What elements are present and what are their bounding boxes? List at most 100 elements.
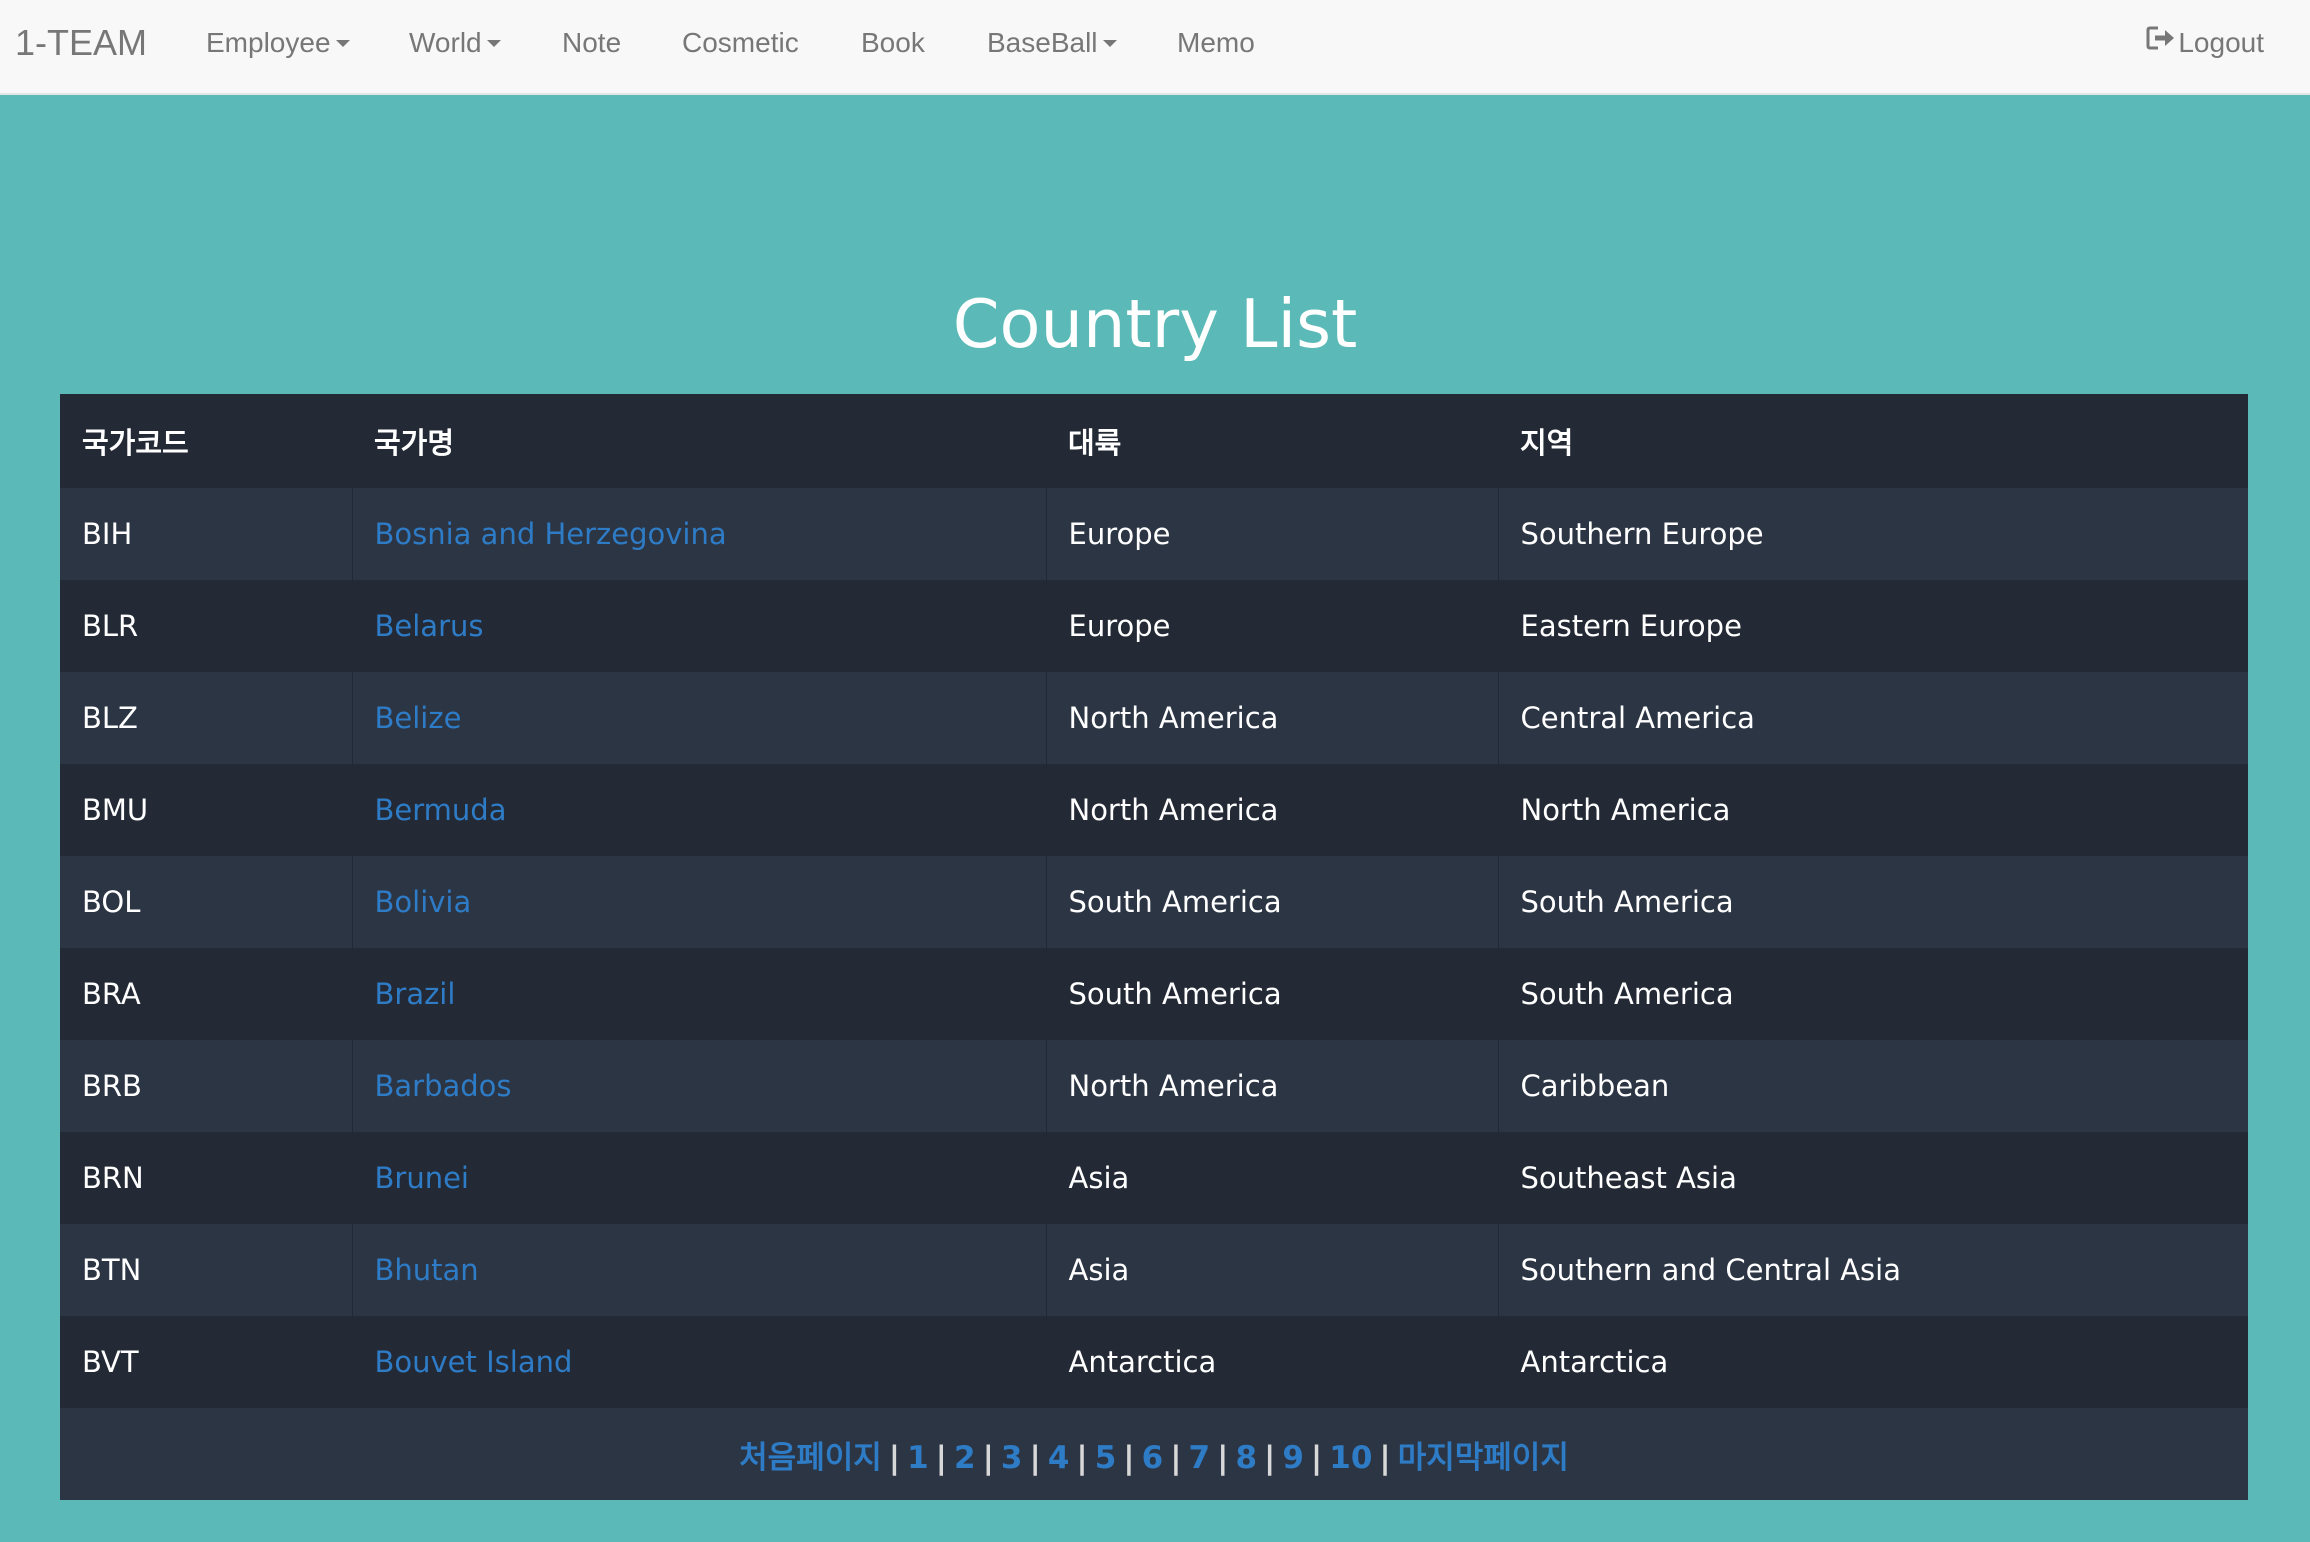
cell-continent: Europe — [1045, 488, 1498, 580]
cell-region: South America — [1497, 948, 2248, 1040]
cell-name: Bhutan — [351, 1224, 1046, 1316]
cell-region: Southern and Central Asia — [1497, 1224, 2248, 1316]
last-page-link[interactable]: 마지막페이지 — [1398, 1440, 1569, 1476]
header-country-code: 국가코드 — [60, 394, 352, 488]
country-name-link[interactable]: Brazil — [375, 977, 456, 1011]
cell-continent: South America — [1045, 948, 1498, 1040]
cell-name: Bermuda — [351, 764, 1046, 856]
page-link-6[interactable]: 6 — [1142, 1440, 1164, 1476]
country-name-link[interactable]: Bolivia — [375, 885, 472, 919]
logout-button[interactable]: Logout — [2146, 25, 2264, 59]
country-name-link[interactable]: Bouvet Island — [375, 1345, 573, 1379]
cell-continent: Antarctica — [1045, 1316, 1498, 1408]
caret-down-icon — [335, 39, 350, 47]
cell-region: Antarctica — [1497, 1316, 2248, 1408]
caret-down-icon — [486, 39, 501, 47]
table-row: BMU Bermuda North America North America — [60, 764, 2248, 856]
pager-separator: | — [935, 1439, 947, 1476]
table-row: BRA Brazil South America South America — [60, 948, 2248, 1040]
cell-code: BRA — [60, 948, 352, 1040]
page-link-1[interactable]: 1 — [907, 1440, 929, 1476]
cell-continent: North America — [1045, 1040, 1498, 1132]
cell-region: Southern Europe — [1497, 488, 2248, 580]
pager-separator: | — [1379, 1439, 1391, 1476]
nav-item-world[interactable]: World — [409, 27, 501, 59]
country-name-link[interactable]: Brunei — [375, 1161, 469, 1195]
cell-continent: Asia — [1045, 1132, 1498, 1224]
page-link-9[interactable]: 9 — [1282, 1440, 1304, 1476]
page-link-10[interactable]: 10 — [1329, 1440, 1372, 1476]
cell-name: Belarus — [351, 580, 1046, 672]
country-name-link[interactable]: Belarus — [375, 609, 484, 643]
country-name-link[interactable]: Belize — [375, 701, 462, 735]
cell-name: Belize — [351, 672, 1046, 764]
cell-code: BRB — [60, 1040, 352, 1132]
cell-region: Southeast Asia — [1497, 1132, 2248, 1224]
pagination-row: 처음페이지 | 1 | 2 | 3 | 4 | 5 | 6 | 7 | 8 | 9 | 10 | 마지막페이지 — [60, 1408, 2248, 1500]
cell-name: Bosnia and Herzegovina — [351, 488, 1046, 580]
nav-item-memo[interactable]: Memo — [1177, 27, 1255, 59]
country-name-link[interactable]: Bosnia and Herzegovina — [375, 517, 727, 551]
page-link-5[interactable]: 5 — [1095, 1440, 1117, 1476]
cell-name: Brunei — [351, 1132, 1046, 1224]
pager-separator: | — [1029, 1439, 1041, 1476]
nav-item-employee[interactable]: Employee — [206, 27, 350, 59]
pager-separator: | — [1264, 1439, 1276, 1476]
top-navbar: 1-TEAM Employee World Note Cosmetic Book… — [0, 0, 2310, 95]
cell-name: Brazil — [351, 948, 1046, 1040]
pager-separator: | — [982, 1439, 994, 1476]
cell-name: Bouvet Island — [351, 1316, 1046, 1408]
pager: 처음페이지 | 1 | 2 | 3 | 4 | 5 | 6 | 7 | 8 | 9 | 10 | 마지막페이지 — [739, 1440, 1569, 1476]
nav-item-book[interactable]: Book — [861, 27, 925, 59]
table-row: BLZ Belize North America Central America — [60, 672, 2248, 764]
cell-name: Barbados — [351, 1040, 1046, 1132]
page-link-4[interactable]: 4 — [1048, 1440, 1070, 1476]
page-title: Country List — [952, 285, 1358, 363]
cell-continent: North America — [1045, 672, 1498, 764]
table-row: BTN Bhutan Asia Southern and Central Asi… — [60, 1224, 2248, 1316]
cell-code: BRN — [60, 1132, 352, 1224]
table-row: BIH Bosnia and Herzegovina Europe Southe… — [60, 488, 2248, 580]
nav-item-cosmetic[interactable]: Cosmetic — [682, 27, 799, 59]
cell-continent: South America — [1045, 856, 1498, 948]
caret-down-icon — [1102, 39, 1117, 47]
nav-item-note[interactable]: Note — [562, 27, 621, 59]
logout-icon — [2146, 25, 2176, 58]
cell-code: BLR — [60, 580, 352, 672]
brand-link[interactable]: 1-TEAM — [15, 22, 147, 64]
pager-separator: | — [1217, 1439, 1229, 1476]
first-page-link[interactable]: 처음페이지 — [739, 1440, 882, 1476]
pager-separator: | — [1076, 1439, 1088, 1476]
cell-continent: Europe — [1045, 580, 1498, 672]
header-country-name: 국가명 — [352, 394, 1046, 488]
cell-continent: Asia — [1045, 1224, 1498, 1316]
nav-item-baseball[interactable]: BaseBall — [987, 27, 1117, 59]
nav-item-label: World — [409, 27, 482, 58]
table-header-row: 국가코드 국가명 대륙 지역 — [60, 394, 2248, 488]
country-name-link[interactable]: Barbados — [375, 1069, 512, 1103]
header-continent: 대륙 — [1046, 394, 1498, 488]
page-link-2[interactable]: 2 — [954, 1440, 976, 1476]
cell-code: BMU — [60, 764, 352, 856]
pagination: 처음페이지 | 1 | 2 | 3 | 4 | 5 | 6 | 7 | 8 | 9 | 10 | 마지막페이지 — [60, 1408, 2248, 1500]
cell-continent: North America — [1045, 764, 1498, 856]
pager-separator: | — [888, 1439, 901, 1476]
page-link-3[interactable]: 3 — [1001, 1440, 1023, 1476]
cell-name: Bolivia — [351, 856, 1046, 948]
nav-item-label: BaseBall — [987, 27, 1098, 58]
page-link-8[interactable]: 8 — [1235, 1440, 1257, 1476]
country-name-link[interactable]: Bermuda — [375, 793, 507, 827]
cell-region: Caribbean — [1497, 1040, 2248, 1132]
country-table: 국가코드 국가명 대륙 지역 BIH Bosnia and Herzegovin… — [60, 394, 2248, 1500]
table-row: BRB Barbados North America Caribbean — [60, 1040, 2248, 1132]
country-name-link[interactable]: Bhutan — [375, 1253, 479, 1287]
cell-code: BTN — [60, 1224, 352, 1316]
table-row: BRN Brunei Asia Southeast Asia — [60, 1132, 2248, 1224]
logout-label: Logout — [2178, 27, 2264, 58]
header-region: 지역 — [1498, 394, 2248, 488]
table-row: BOL Bolivia South America South America — [60, 856, 2248, 948]
page-link-7[interactable]: 7 — [1189, 1440, 1211, 1476]
pager-separator: | — [1170, 1439, 1182, 1476]
nav-item-label: Employee — [206, 27, 331, 58]
cell-region: Central America — [1497, 672, 2248, 764]
